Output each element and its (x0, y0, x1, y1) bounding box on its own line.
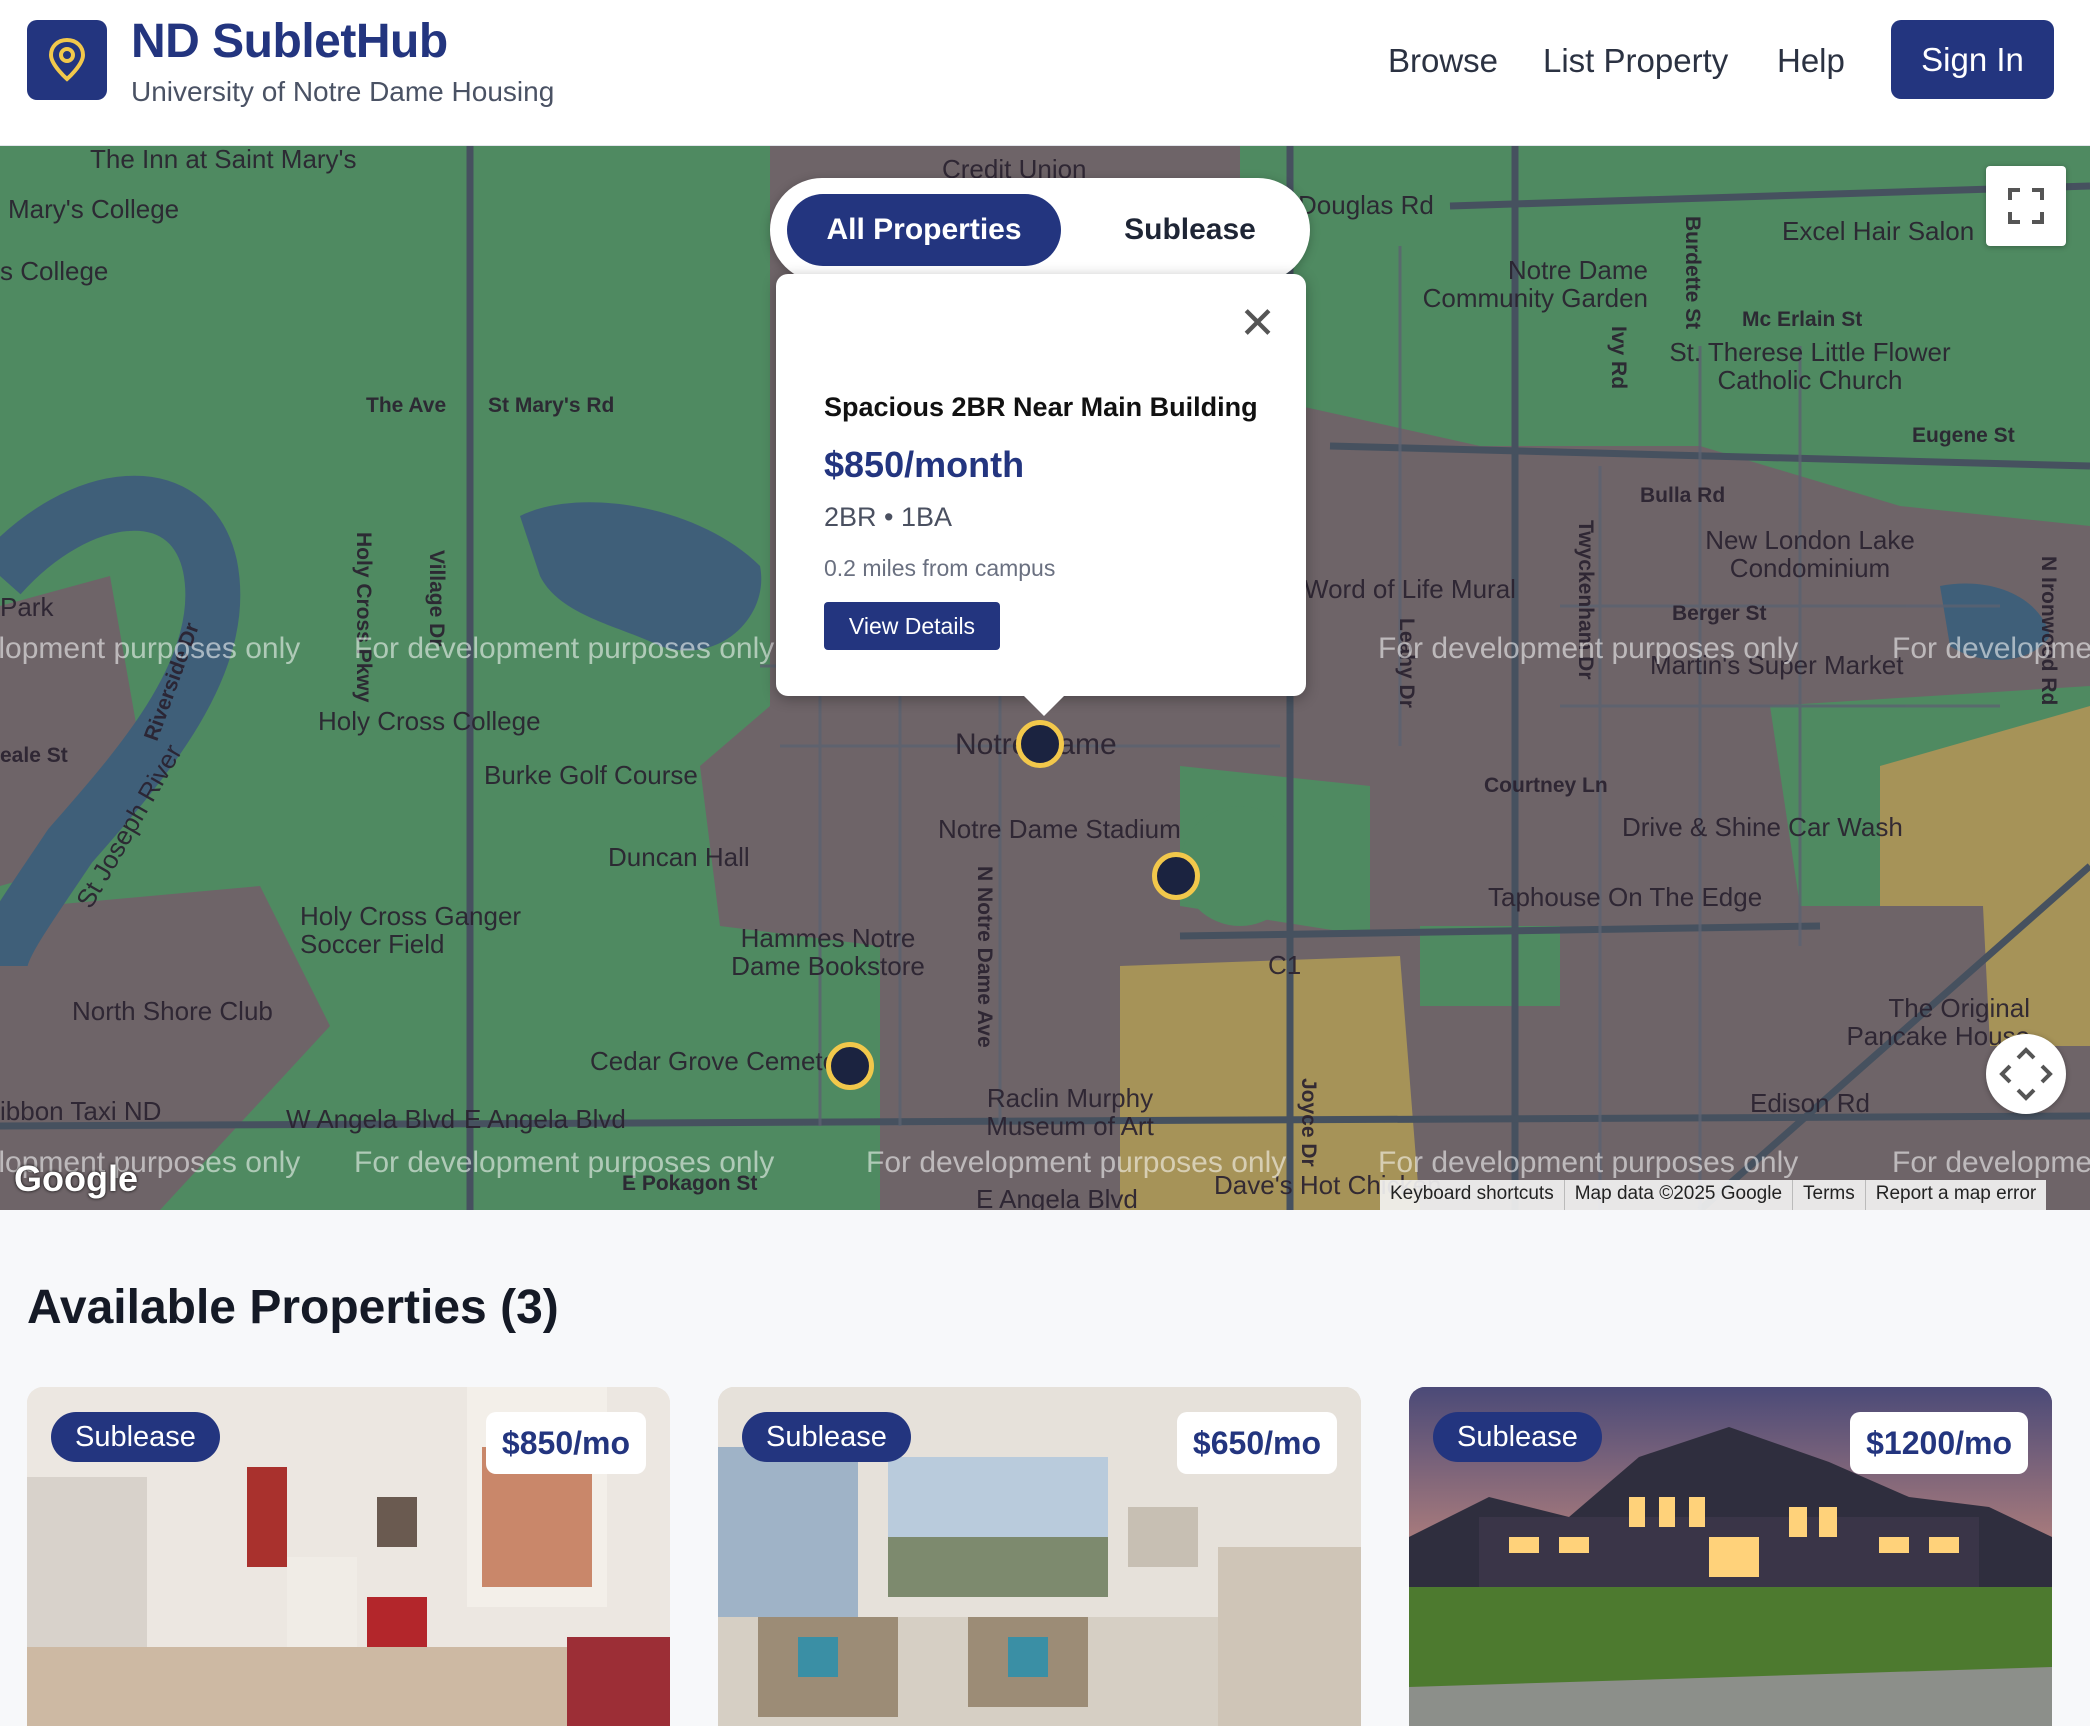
keyboard-shortcuts-link[interactable]: Keyboard shortcuts (1380, 1180, 1565, 1210)
map-label-cedar-grove: Cedar Grove Cemetery (590, 1046, 859, 1076)
map-label-park: Park (0, 592, 54, 622)
map-label-joyce: Joyce Dr (1297, 1078, 1320, 1167)
popup-distance: 0.2 miles from campus (824, 555, 1056, 581)
property-marker[interactable] (826, 1042, 874, 1090)
map-label-bulla: Bulla Rd (1640, 484, 1726, 507)
map-watermark: For development purposes only (1892, 632, 2090, 665)
map-data-text: Map data ©2025 Google (1565, 1180, 1794, 1210)
property-filter-toggle: All Properties Sublease (770, 178, 1310, 282)
logo-icon[interactable] (27, 20, 107, 100)
map-view[interactable]: The Inn at Saint Mary's Mary's College s… (0, 146, 2090, 1210)
map-label-eugene: Eugene St (1912, 424, 2015, 447)
map-label-mc-erlain: Mc Erlain St (1742, 308, 1863, 331)
map-label-community-garden: Notre Dame Community Garden (1422, 255, 1648, 313)
price-tag: $1200/mo (1850, 1412, 2028, 1474)
map-label-c1: C1 (1268, 950, 1302, 980)
property-card[interactable]: Sublease $650/mo (718, 1387, 1361, 1726)
nav-browse[interactable]: Browse (1388, 42, 1498, 80)
map-label-courtney: Courtney Ln (1484, 774, 1608, 797)
popup-title: Spacious 2BR Near Main Building (824, 392, 1258, 422)
map-label-marys-college: Mary's College (8, 194, 180, 224)
fullscreen-button[interactable] (1986, 166, 2066, 246)
map-attribution: Keyboard shortcuts Map data ©2025 Google… (1380, 1180, 2047, 1210)
terms-link[interactable]: Terms (1793, 1180, 1866, 1210)
map-label-holy-cross-ganger: Holy Cross Ganger Soccer Field (300, 901, 522, 959)
filter-all-properties[interactable]: All Properties (787, 194, 1061, 266)
app-header: ND SubletHub University of Notre Dame Ho… (0, 0, 2090, 146)
map-label-holy-cross-college: Holy Cross College (318, 706, 541, 736)
popup-arrow (1022, 694, 1066, 716)
report-error-link[interactable]: Report a map error (1866, 1180, 2047, 1210)
sign-in-button[interactable]: Sign In (1891, 20, 2054, 99)
map-label-s-college: s College (0, 256, 109, 286)
map-label-hammes: Hammes Notre Dame Bookstore (731, 923, 925, 981)
map-label-e-angela-2: E Angela Blvd (976, 1184, 1138, 1210)
map-label-holy-cross-pkwy: Holy Cross Pkwy (352, 532, 375, 703)
map-watermark: For development purposes only (866, 1146, 1287, 1179)
pan-arrows-icon (1999, 1047, 2053, 1101)
map-label-new-london: New London Lake Condominium (1705, 525, 1915, 583)
map-label-duncan: Duncan Hall (608, 842, 750, 872)
map-label-stadium: Notre Dame Stadium (938, 814, 1181, 844)
map-label-e-angela: E Angela Blvd (464, 1104, 626, 1134)
map-label-eale: eale St (0, 744, 68, 767)
pan-control-button[interactable] (1986, 1034, 2066, 1114)
map-label-word-of-life: Word of Life Mural (1304, 574, 1516, 604)
map-label-edison: Edison Rd (1750, 1088, 1870, 1118)
map-label-n-ironwood: N Ironwood Rd (2037, 556, 2060, 706)
map-label-berger: Berger St (1672, 602, 1767, 625)
google-logo: Google (14, 1158, 138, 1199)
map-label-st-marys-rd: St Mary's Rd (488, 394, 615, 417)
map-label-raclin: Raclin Murphy Museum of Art (986, 1083, 1154, 1141)
property-popup: ✕ Spacious 2BR Near Main Building $850/m… (776, 274, 1306, 696)
property-marker[interactable] (1152, 852, 1200, 900)
popup-beds-baths: 2BR • 1BA (824, 502, 953, 532)
map-watermark: For development purposes only (1892, 1146, 2090, 1179)
map-label-taxi: ibbon Taxi ND (0, 1096, 162, 1126)
popup-price: $850/month (824, 444, 1025, 485)
nav-help[interactable]: Help (1777, 42, 1845, 80)
map-label-inn: The Inn at Saint Mary's (90, 146, 357, 174)
price-tag: $850/mo (485, 1412, 646, 1474)
fullscreen-icon (2008, 188, 2044, 224)
map-label-douglas: Douglas Rd (1298, 190, 1434, 220)
map-label-drive-shine: Drive & Shine Car Wash (1622, 812, 1903, 842)
map-watermark: For development purposes only (1378, 632, 1799, 665)
property-marker[interactable] (1016, 720, 1064, 768)
map-watermark: For development purposes only (0, 632, 301, 665)
map-label-burdette: Burdette St (1681, 216, 1704, 330)
brand-title[interactable]: ND SubletHub (131, 14, 448, 69)
close-icon[interactable]: ✕ (1239, 302, 1276, 346)
sublease-badge: Sublease (51, 1412, 220, 1462)
map-watermark: For development purposes only (354, 1146, 775, 1179)
map-label-excel: Excel Hair Salon (1782, 216, 1975, 246)
property-card[interactable]: Sublease $850/mo (27, 1387, 670, 1726)
brand-subtitle: University of Notre Dame Housing (131, 76, 555, 107)
price-tag: $650/mo (1176, 1412, 1337, 1474)
map-label-st-therese: St. Therese Little Flower Catholic Churc… (1669, 337, 1951, 395)
sublease-badge: Sublease (742, 1412, 911, 1462)
map-label-the-ave: The Ave (366, 394, 447, 417)
map-label-w-angela: W Angela Blvd (286, 1104, 456, 1134)
map-label-north-shore: North Shore Club (72, 996, 273, 1026)
map-label-ivy: Ivy Rd (1607, 326, 1630, 390)
filter-sublease[interactable]: Sublease (1090, 194, 1290, 266)
map-label-taphouse: Taphouse On The Edge (1488, 882, 1763, 912)
view-details-button[interactable]: View Details (824, 602, 1000, 650)
map-label-n-notre-dame: N Notre Dame Ave (973, 866, 996, 1048)
sublease-badge: Sublease (1433, 1412, 1602, 1462)
property-card[interactable]: Sublease $1200/mo (1409, 1387, 2052, 1726)
map-watermark: For development purposes only (354, 632, 775, 665)
nav-list-property[interactable]: List Property (1543, 42, 1728, 80)
available-properties-title: Available Properties (3) (27, 1281, 559, 1334)
map-watermark: For development purposes only (1378, 1146, 1799, 1179)
map-label-burke: Burke Golf Course (484, 760, 698, 790)
